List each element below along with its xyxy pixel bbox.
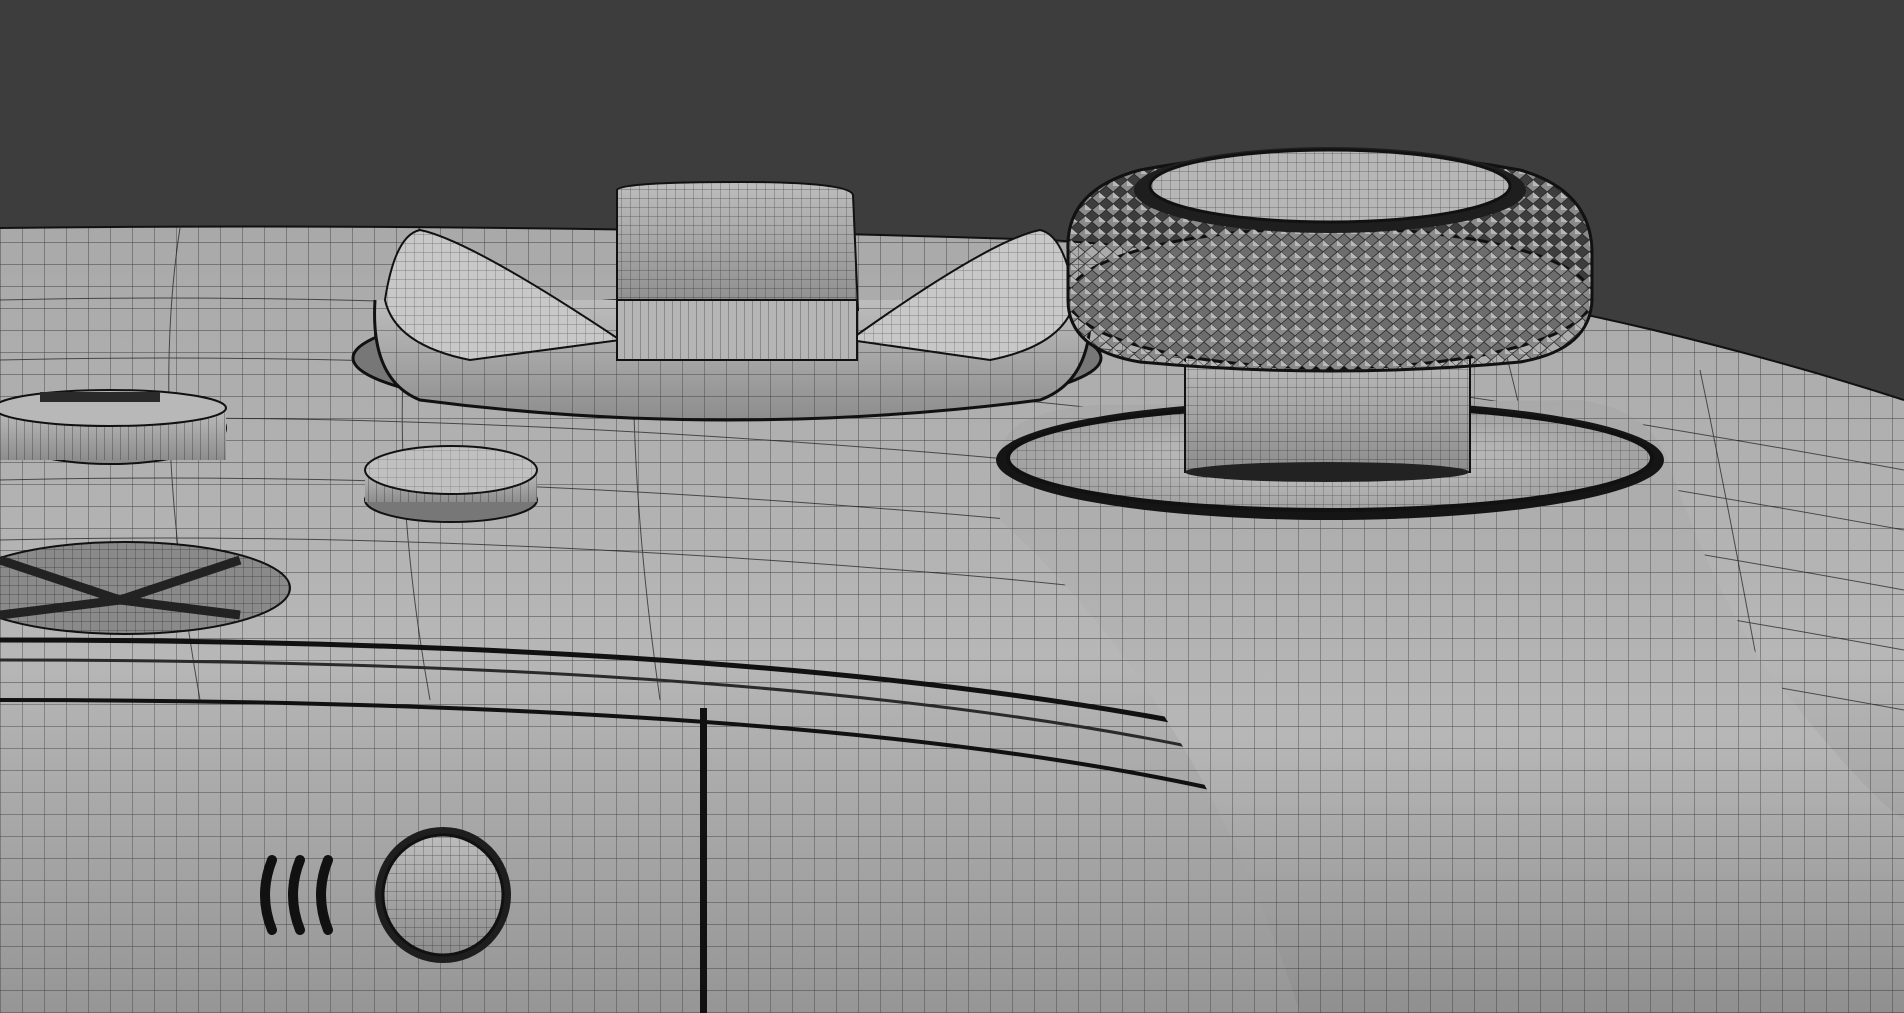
wireframe-render <box>0 0 1904 1013</box>
view-button[interactable] <box>364 445 538 523</box>
3d-viewport[interactable] <box>0 0 1904 1013</box>
home-button[interactable] <box>0 389 227 465</box>
share-button[interactable] <box>375 827 511 963</box>
